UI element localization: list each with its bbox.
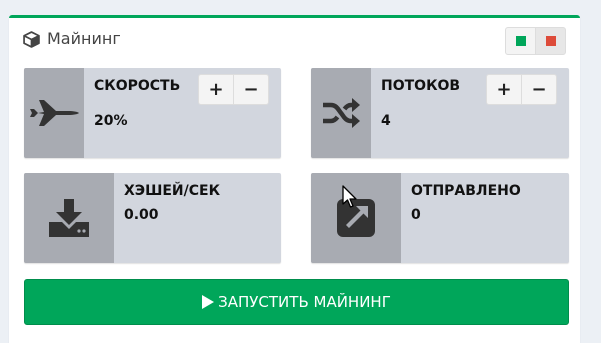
panel-title: Майнинг [47,29,121,48]
threads-stepper: + − [486,74,557,105]
start-indicator-button[interactable] [505,27,536,55]
header-button-group [505,27,566,55]
speed-icon-area [24,68,84,158]
mining-panel: Майнинг Скорость 20% + − [9,15,580,343]
threads-increase-button[interactable]: + [486,74,522,105]
fighter-jet-icon [30,100,79,126]
speed-increase-button[interactable]: + [198,74,234,105]
random-icon [323,98,360,128]
threads-value: 4 [381,113,391,129]
threads-label: Потоков [381,78,461,94]
hashes-value: 0.00 [124,207,159,223]
speed-decrease-button[interactable]: − [233,74,269,105]
threads-decrease-button[interactable]: − [521,74,557,105]
stop-indicator-button[interactable] [535,27,566,55]
mouse-cursor-icon [342,185,357,208]
start-mining-button[interactable]: ЗАПУСТИТЬ МАЙНИНГ [24,279,569,325]
speed-label: Скорость [94,78,181,94]
green-square-icon [515,36,526,46]
speed-value: 20% [94,113,128,129]
hashes-label: Хэшей/сек [124,183,221,199]
speed-info-box: Скорость 20% + − [24,68,281,158]
panel-header: Майнинг [9,18,580,62]
hashes-info-box: Хэшей/сек 0.00 [24,173,281,263]
threads-icon-area [311,68,371,158]
sent-value: 0 [411,207,421,223]
red-square-icon [545,36,556,46]
threads-info-box: Потоков 4 + − [311,68,569,158]
sent-label: Отправлено [411,183,521,199]
speed-stepper: + − [198,74,269,105]
play-icon [202,295,215,309]
download-icon [49,199,89,237]
cube-icon [23,31,40,48]
start-mining-label: ЗАПУСТИТЬ МАЙНИНГ [218,293,391,311]
hashes-icon-area [24,173,114,263]
